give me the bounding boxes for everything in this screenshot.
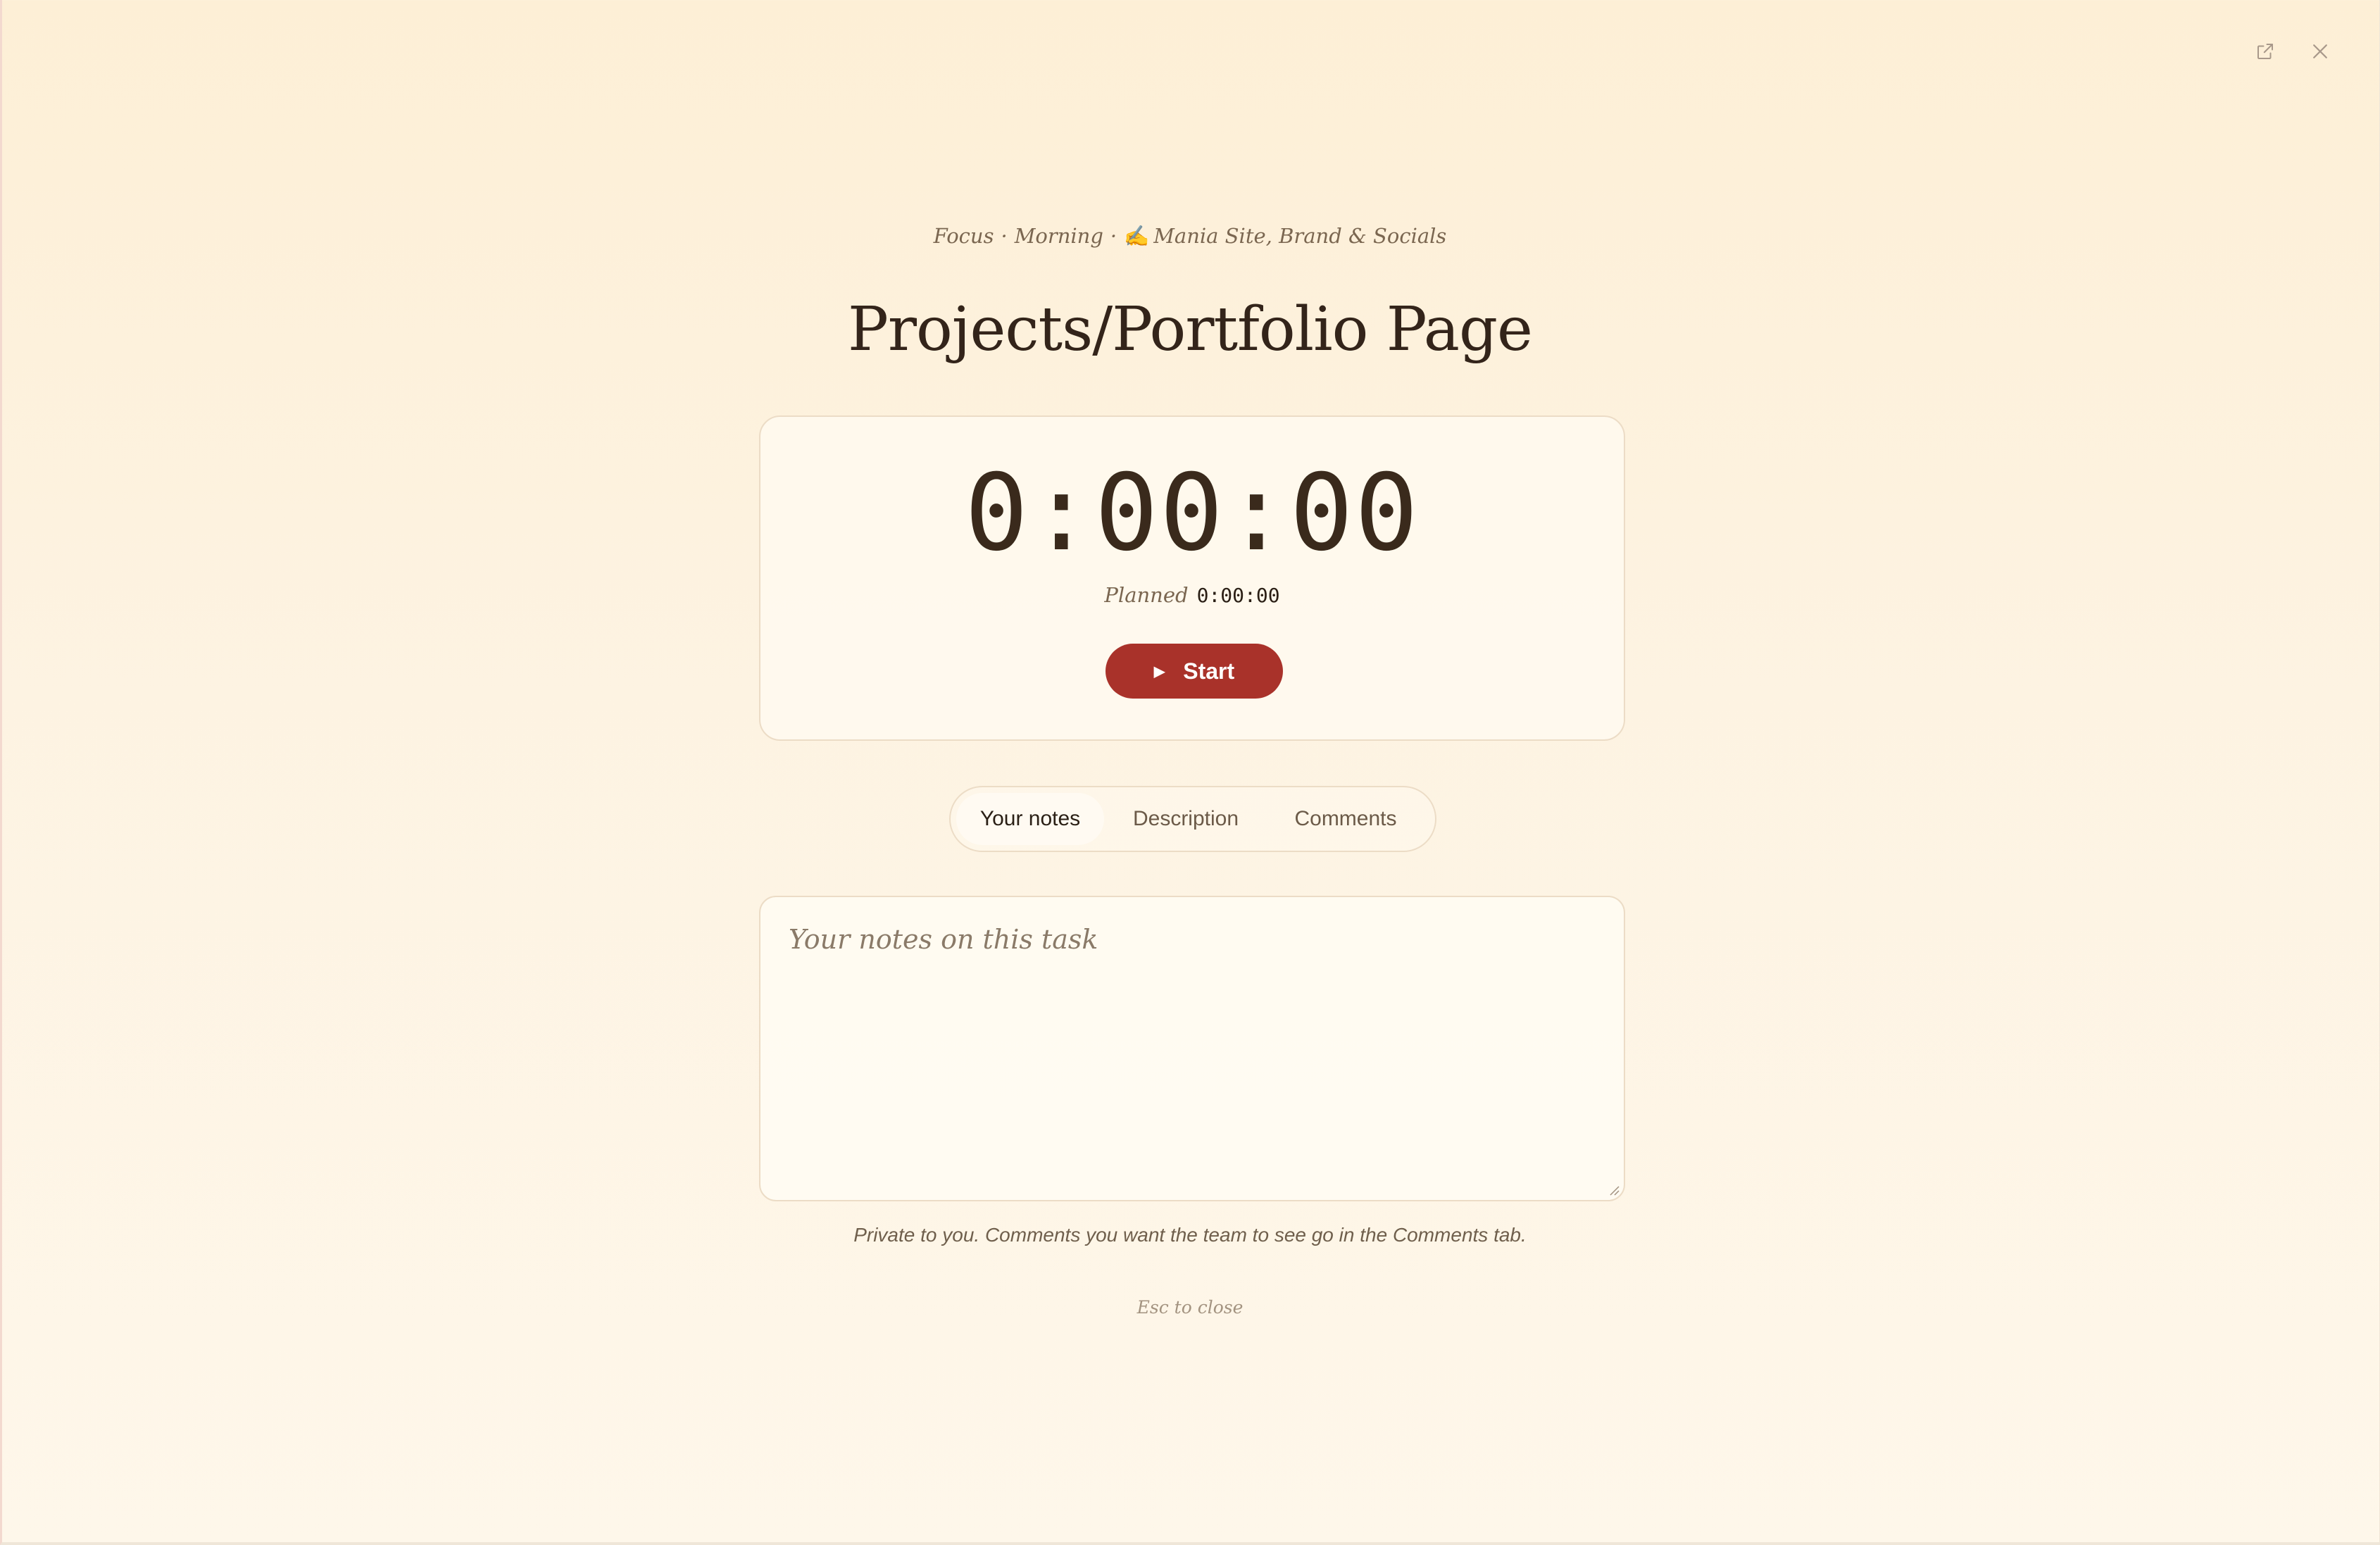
timer-display: 0:00:00: [964, 452, 1420, 575]
play-icon: ▶: [1153, 663, 1165, 680]
start-button[interactable]: ▶ Start: [1106, 644, 1283, 699]
window-controls: [2253, 39, 2332, 63]
tab-description[interactable]: Description: [1104, 793, 1267, 845]
resize-handle-icon[interactable]: [1607, 1183, 1620, 1196]
notes-tabs: Your notes Description Comments: [949, 786, 1436, 852]
notes-textarea[interactable]: [760, 897, 1624, 1200]
close-icon: [2313, 44, 2327, 58]
start-button-label: Start: [1183, 658, 1235, 684]
context-separator: ·: [1110, 224, 1117, 248]
context-project: Mania Site, Brand & Socials: [1153, 224, 1447, 248]
esc-hint: Esc to close: [1136, 1297, 1244, 1318]
context-mode: Focus: [933, 224, 994, 248]
notes-privacy-hint: Private to you. Comments you want the te…: [853, 1224, 1527, 1246]
planned-time: Planned 0:00:00: [760, 583, 1624, 607]
notes-container: [759, 896, 1625, 1201]
context-separator: ·: [1001, 224, 1008, 248]
tab-comments[interactable]: Comments: [1267, 793, 1424, 845]
tab-your-notes[interactable]: Your notes: [956, 793, 1104, 845]
close-button[interactable]: [2308, 39, 2332, 63]
planned-value: 0:00:00: [1196, 584, 1280, 607]
planned-label: Planned: [1104, 583, 1189, 607]
task-title: Projects/Portfolio Page: [848, 294, 1533, 365]
task-context: Focus · Morning · ✍ Mania Site, Brand & Socia…: [0, 224, 2380, 249]
pen-icon: ✍: [1124, 224, 1150, 248]
timer-card: 0:00:00 Planned 0:00:00 ▶ Start: [759, 415, 1625, 741]
open-external-button[interactable]: [2253, 39, 2277, 63]
context-session: Morning: [1014, 224, 1103, 248]
external-link-icon: [2257, 44, 2273, 59]
